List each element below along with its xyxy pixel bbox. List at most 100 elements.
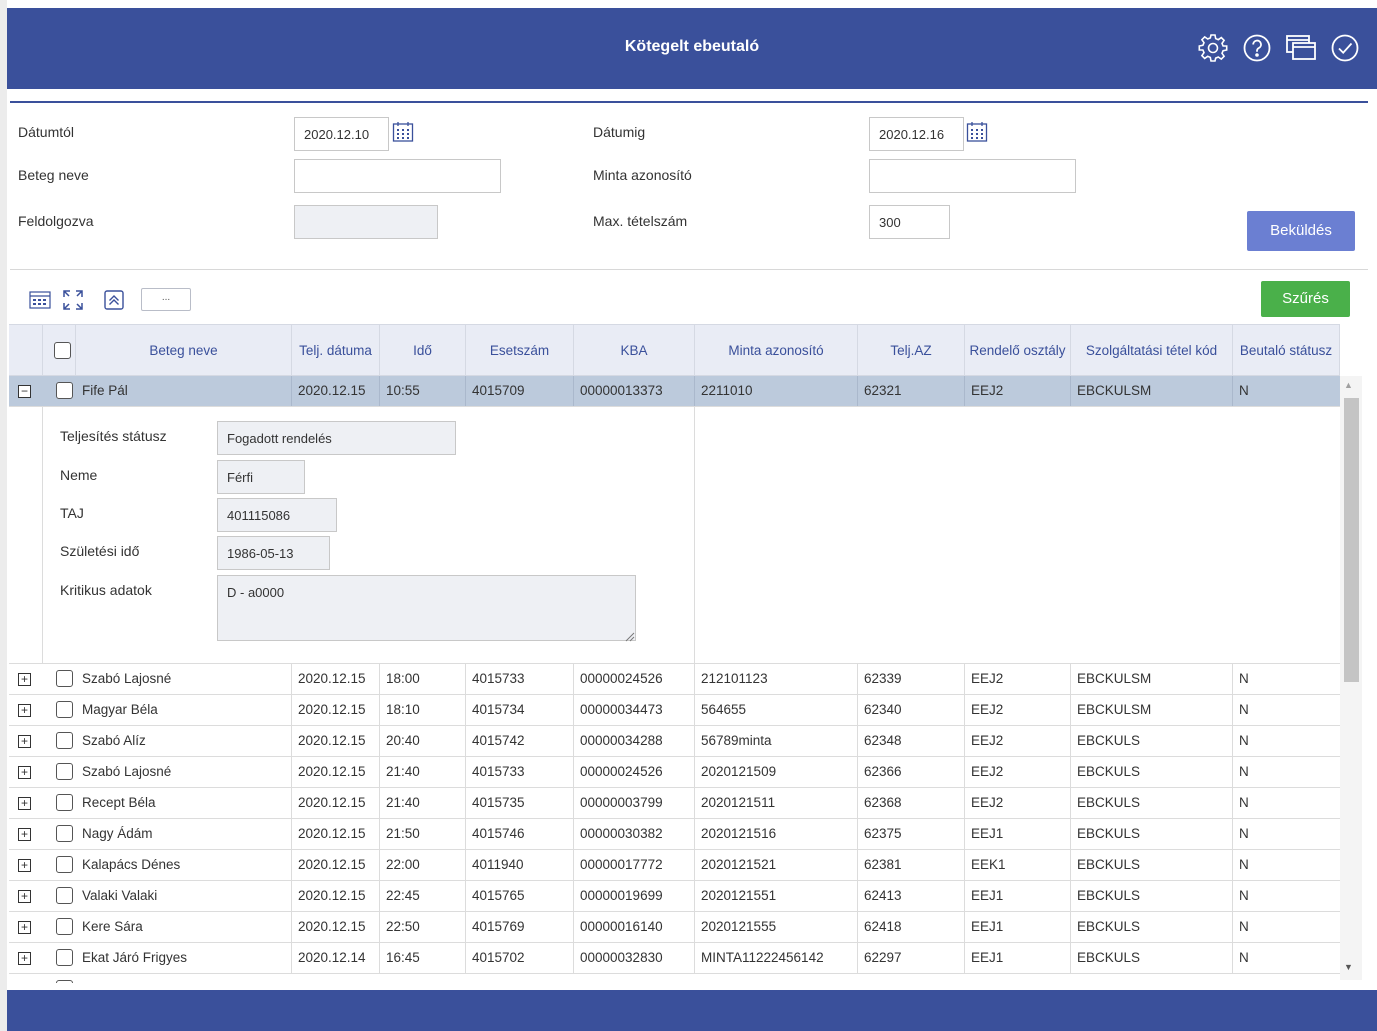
cell-kba: 00000024526 xyxy=(574,757,695,787)
row-checkbox[interactable] xyxy=(56,887,73,904)
table-row[interactable]: + Szabó Alíz 2020.12.15 20:40 4015742 0000003… xyxy=(9,726,1340,757)
cell-kba: 00000003799 xyxy=(574,788,695,818)
expand-row-icon[interactable]: + xyxy=(18,735,31,748)
help-icon[interactable] xyxy=(1241,32,1273,64)
column-header[interactable]: Idő xyxy=(380,325,466,376)
expand-row-icon[interactable]: + xyxy=(18,952,31,965)
page-title: Kötegelt ebeutaló xyxy=(624,38,760,55)
row-checkbox[interactable] xyxy=(56,918,73,935)
app-footer xyxy=(7,990,1377,1031)
date-to-input[interactable]: 2020.12.16 xyxy=(869,117,964,151)
cell-service-code: EBCKULSM xyxy=(1071,376,1233,406)
column-header[interactable]: Beutaló státusz xyxy=(1233,325,1340,376)
cell-service-code: EBCKULS xyxy=(1071,726,1233,756)
expand-row-icon[interactable]: + xyxy=(18,890,31,903)
cell-department: EEJ2 xyxy=(965,376,1071,406)
grid-layout-icon[interactable] xyxy=(29,290,51,310)
scroll-down-icon[interactable]: ▼ xyxy=(1344,962,1353,972)
cell-time: 21:40 xyxy=(380,757,466,787)
column-header[interactable]: Minta azonosító xyxy=(695,325,858,376)
column-header[interactable]: Beteg neve xyxy=(76,325,292,376)
column-header[interactable]: Szolgáltatási tétel kód xyxy=(1071,325,1233,376)
cell-telj-az: 62418 xyxy=(858,912,965,942)
cell-case-number: 4015734 xyxy=(466,695,574,725)
column-header[interactable]: Telj.AZ xyxy=(858,325,965,376)
cell-service-code: EBCKULS xyxy=(1071,788,1233,818)
row-checkbox[interactable] xyxy=(56,701,73,718)
cell-patient-name: Nagy Ádám xyxy=(76,819,292,849)
cell-time: 21:50 xyxy=(380,819,466,849)
completion-status-field: Fogadott rendelés xyxy=(217,421,456,455)
row-checkbox[interactable] xyxy=(56,732,73,749)
expand-row-icon[interactable]: + xyxy=(18,797,31,810)
row-checkbox[interactable] xyxy=(56,825,73,842)
table-row[interactable]: + Valaki Valaki 2020.12.15 22:45 4015765 0000… xyxy=(9,881,1340,912)
row-checkbox[interactable] xyxy=(56,794,73,811)
row-detail-panel: Teljesítés státusz Fogadott rendelés Nem… xyxy=(9,406,1340,664)
sex-label: Neme xyxy=(60,467,98,483)
expand-row-icon[interactable]: + xyxy=(18,673,31,686)
processed-select[interactable] xyxy=(294,205,438,239)
expand-row-icon[interactable]: + xyxy=(18,921,31,934)
cell-telj-az: 62381 xyxy=(858,850,965,880)
expand-row-icon[interactable]: + xyxy=(18,859,31,872)
cell-status: N xyxy=(1239,795,1249,810)
patient-name-input[interactable] xyxy=(294,159,501,193)
table-row[interactable]: + Kalapács Dénes 2020.12.15 22:00 4011940 000… xyxy=(9,850,1340,881)
cell-time: 10:55 xyxy=(380,376,466,406)
row-checkbox[interactable] xyxy=(56,382,73,399)
expand-icon[interactable] xyxy=(62,289,84,311)
max-items-input[interactable]: 300 xyxy=(869,205,950,239)
calendar-icon[interactable] xyxy=(392,121,414,143)
cell-status: N xyxy=(1239,671,1249,686)
filter-button[interactable]: Szűrés xyxy=(1261,281,1350,317)
select-all-checkbox[interactable] xyxy=(54,342,71,359)
scrollbar-thumb[interactable] xyxy=(1344,398,1359,682)
cell-time: 22:00 xyxy=(380,850,466,880)
expand-row-icon[interactable]: + xyxy=(18,704,31,717)
cell-department: EEJ2 xyxy=(965,664,1071,694)
table-row-expanded[interactable]: − Fife Pál 2020.12.15 10:55 4015709 0000… xyxy=(9,376,1340,407)
column-header[interactable]: Telj. dátuma xyxy=(292,325,380,376)
table-row[interactable] xyxy=(9,974,1340,983)
collapse-all-icon[interactable] xyxy=(103,289,125,311)
row-checkbox[interactable] xyxy=(56,949,73,966)
cell-department: EEJ1 xyxy=(965,912,1071,942)
cell-service-code: EBCKULS xyxy=(1071,912,1233,942)
column-header[interactable]: Esetszám xyxy=(466,325,574,376)
cell-service-code: EBCKULSM xyxy=(1071,664,1233,694)
max-items-label: Max. tételszám xyxy=(593,213,688,229)
row-checkbox[interactable] xyxy=(56,980,73,983)
row-checkbox[interactable] xyxy=(56,670,73,687)
date-from-input[interactable]: 2020.12.10 xyxy=(294,117,389,151)
cell-patient-name: Valaki Valaki xyxy=(76,881,292,911)
more-options-button[interactable]: ... xyxy=(141,288,191,311)
cell-patient-name: Ekat Járó Frigyes xyxy=(76,943,292,973)
critical-data-field[interactable]: D - a0000 xyxy=(217,575,636,641)
row-checkbox[interactable] xyxy=(56,856,73,873)
table-row[interactable]: + Szabó Lajosné 2020.12.15 18:00 4015733 0000… xyxy=(9,664,1340,695)
scroll-up-icon[interactable]: ▲ xyxy=(1344,380,1353,390)
column-header[interactable]: KBA xyxy=(574,325,695,376)
table-row[interactable]: + Szabó Lajosné 2020.12.15 21:40 4015733 0000… xyxy=(9,757,1340,788)
cell-department: EEJ2 xyxy=(965,695,1071,725)
calendar-icon[interactable] xyxy=(966,121,988,143)
expand-row-icon[interactable]: + xyxy=(18,766,31,779)
collapse-row-icon[interactable]: − xyxy=(18,385,31,398)
table-row[interactable]: + Nagy Ádám 2020.12.15 21:50 4015746 00000030… xyxy=(9,819,1340,850)
resize-handle-icon[interactable] xyxy=(625,629,635,642)
row-checkbox[interactable] xyxy=(56,763,73,780)
cell-telj-az: 62348 xyxy=(858,726,965,756)
settings-icon[interactable] xyxy=(1197,32,1229,64)
table-row[interactable]: + Kere Sára 2020.12.15 22:50 4015769 00000016… xyxy=(9,912,1340,943)
table-row[interactable]: + Recept Béla 2020.12.15 21:40 4015735 000000… xyxy=(9,788,1340,819)
table-row[interactable]: + Magyar Béla 2020.12.15 18:10 4015734 000000… xyxy=(9,695,1340,726)
expand-row-icon[interactable]: + xyxy=(18,828,31,841)
check-circle-icon[interactable] xyxy=(1329,32,1361,64)
windows-icon[interactable] xyxy=(1285,32,1317,64)
sample-id-input[interactable] xyxy=(869,159,1076,193)
submit-button[interactable]: Beküldés xyxy=(1247,211,1355,251)
column-header[interactable]: Rendelő osztály xyxy=(965,325,1071,376)
table-row[interactable]: + Ekat Járó Frigyes 2020.12.14 16:45 4015702… xyxy=(9,943,1340,974)
cell-date: 2020.12.15 xyxy=(292,788,380,818)
